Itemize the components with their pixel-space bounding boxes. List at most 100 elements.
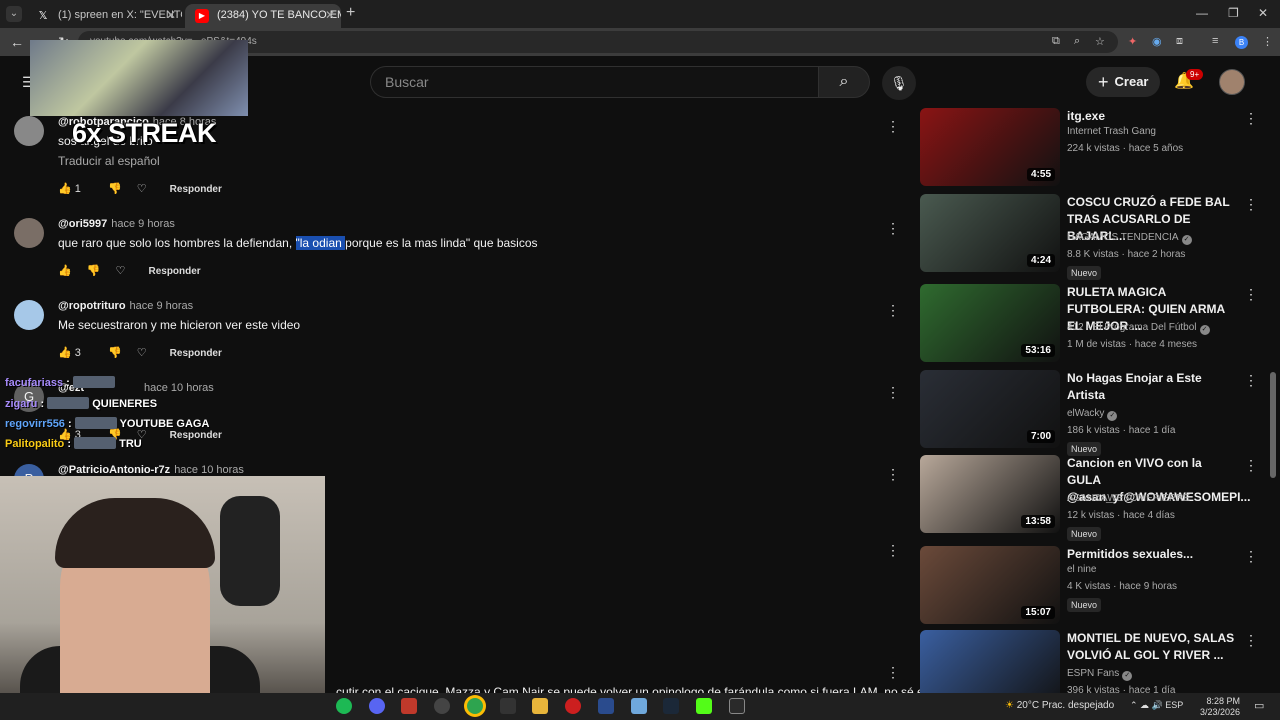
clock[interactable]: 8:28 PM 3/23/2026 (1200, 696, 1240, 718)
scrollbar[interactable] (1270, 372, 1276, 478)
restore-icon[interactable]: ❐ (1228, 6, 1239, 20)
reply-button[interactable]: Responder (170, 430, 222, 441)
zoom-icon[interactable]: ⌕ (1074, 35, 1080, 48)
channel-name[interactable]: ASAN&AWESOMEPIERRE (1067, 493, 1190, 504)
system-tray[interactable]: ⌃ ☁ 🔊 ESP (1130, 700, 1183, 711)
comment-avatar[interactable] (14, 300, 44, 330)
comment-menu-icon[interactable]: ⋮ (886, 302, 900, 319)
kick-icon[interactable] (696, 698, 712, 714)
video-menu-icon[interactable]: ⋮ (1244, 548, 1258, 565)
search-input[interactable]: Buscar (370, 66, 818, 98)
dislike-icon[interactable]: 👎 (87, 264, 101, 277)
heart-icon[interactable]: ♡ (137, 346, 147, 359)
like-icon[interactable]: 👍 3 (58, 346, 93, 359)
reply-button[interactable]: Responder (148, 266, 200, 277)
video-thumbnail[interactable]: 15:07 (920, 546, 1060, 624)
weather-widget[interactable]: ☀ 20°C Prac. despejado (1005, 700, 1114, 711)
dislike-icon[interactable]: 👎 (108, 182, 122, 195)
like-icon[interactable]: 👍 (58, 264, 72, 277)
voice-search-button[interactable]: 🎙 (882, 66, 916, 100)
video-menu-icon[interactable]: ⋮ (1244, 457, 1258, 474)
app-icon[interactable] (598, 698, 614, 714)
channel-name[interactable]: elWacky ✓ (1067, 408, 1118, 421)
video-thumbnail[interactable]: 7:00 (920, 370, 1060, 448)
comment-author[interactable]: @PatricioAntonio-r7z hace 10 horas (58, 464, 244, 476)
reply-button[interactable]: Responder (170, 348, 222, 359)
video-menu-icon[interactable]: ⋮ (1244, 196, 1258, 213)
notification-center-icon[interactable]: ▭ (1254, 699, 1264, 712)
close-tab-icon[interactable]: ✕ (325, 4, 335, 26)
related-video[interactable]: 15:07 Permitidos sexuales... el nine 4 K vi… (920, 546, 1260, 626)
video-menu-icon[interactable]: ⋮ (1244, 372, 1258, 389)
comment-avatar[interactable] (14, 116, 44, 146)
tab-x[interactable]: 𝕏 (1) spreen en X: "EVENTO MUN ✕ (26, 4, 182, 28)
extension-icon[interactable]: ✦ (1128, 35, 1137, 48)
video-menu-icon[interactable]: ⋮ (1244, 632, 1258, 649)
video-menu-icon[interactable]: ⋮ (1244, 110, 1258, 127)
tab-search-button[interactable]: ⌄ (6, 6, 22, 22)
dislike-icon[interactable]: 👎 (108, 346, 122, 359)
heart-icon[interactable]: ♡ (137, 182, 147, 195)
spotify-icon[interactable] (336, 698, 352, 714)
channel-name[interactable]: ESPN Fans ✓ (1067, 668, 1133, 681)
video-title[interactable]: itg.exe (1067, 108, 1237, 125)
video-thumbnail[interactable]: 53:16 (920, 284, 1060, 362)
new-tab-button[interactable]: + (346, 4, 355, 22)
comment-menu-icon[interactable]: ⋮ (886, 384, 900, 401)
search-button[interactable]: ⌕ (818, 66, 870, 98)
opera-icon[interactable] (565, 698, 581, 714)
app-icon[interactable] (401, 698, 417, 714)
bookmark-star-icon[interactable]: ☆ (1095, 35, 1105, 48)
related-video[interactable]: 13:58 Cancion en VIVO con la GULA @asan_y… (920, 455, 1260, 541)
close-window-icon[interactable]: ✕ (1258, 6, 1268, 20)
video-title[interactable]: No Hagas Enojar a Este Artista (1067, 370, 1237, 404)
epic-games-icon[interactable] (729, 698, 745, 714)
tab-youtube[interactable]: ▶ (2384) YO TE BANCO EMILIA - Y ✕ (185, 4, 341, 28)
related-video[interactable]: 53:16 RULETA MAGICA FUTBOLERA: QUIEN ARMA… (920, 284, 1260, 364)
avatar[interactable] (1219, 69, 1245, 95)
webcam-overlay (0, 476, 325, 720)
comment-menu-icon[interactable]: ⋮ (886, 466, 900, 483)
channel-name[interactable]: el nine (1067, 564, 1096, 575)
comment-menu-icon[interactable]: ⋮ (886, 118, 900, 135)
comment-menu-icon[interactable]: ⋮ (886, 542, 900, 559)
obs-icon[interactable] (434, 698, 450, 714)
heart-icon[interactable]: ♡ (116, 264, 126, 277)
folder-icon[interactable] (532, 698, 548, 714)
extensions-puzzle-icon[interactable]: ⧈ (1176, 35, 1183, 48)
close-tab-icon[interactable]: ✕ (166, 4, 176, 26)
video-title[interactable]: MONTIEL DE NUEVO, SALAS VOLVIÓ AL GOL Y … (1067, 630, 1237, 664)
related-video[interactable]: 4:55 itg.exe Internet Trash Gang 224 k vist… (920, 108, 1260, 188)
extension-icon[interactable]: ◉ (1152, 35, 1162, 48)
steam-icon[interactable] (663, 698, 679, 714)
translate-link[interactable]: Traducir al español (58, 154, 160, 168)
reply-button[interactable]: Responder (170, 184, 222, 195)
app-icon[interactable] (500, 698, 516, 714)
video-thumbnail[interactable]: 4:24 (920, 194, 1060, 272)
channel-name[interactable]: Internet Trash Gang (1067, 126, 1156, 137)
related-video[interactable]: 7:00 No Hagas Enojar a Este Artista elWack… (920, 370, 1260, 456)
discord-icon[interactable] (369, 698, 385, 714)
menu-dots-icon[interactable]: ⋮ (1262, 35, 1273, 48)
minimize-icon[interactable]: — (1196, 6, 1208, 20)
comment-menu-icon[interactable]: ⋮ (886, 664, 900, 681)
video-title[interactable]: Permitidos sexuales... (1067, 546, 1237, 563)
channel-name[interactable]: HAGAMOS TENDENCIA ✓ (1067, 232, 1192, 245)
app-icon[interactable] (631, 698, 647, 714)
comment-author[interactable]: @ropotrituro hace 9 horas (58, 300, 193, 312)
create-button[interactable]: + Crear (1086, 67, 1160, 97)
back-icon[interactable]: ← (10, 34, 24, 50)
comment-menu-icon[interactable]: ⋮ (886, 220, 900, 237)
reading-list-icon[interactable]: ≡ (1212, 35, 1218, 47)
comment-avatar[interactable] (14, 218, 44, 248)
comment-author[interactable]: @ori5997 hace 9 horas (58, 218, 175, 230)
like-icon[interactable]: 👍 1 (58, 182, 93, 195)
channel-name[interactable]: 412 - El Programa Del Fútbol ✓ (1067, 322, 1210, 335)
chrome-icon[interactable] (467, 698, 483, 714)
related-video[interactable]: 4:24 COSCU CRUZÓ a FEDE BAL TRAS ACUSARLO… (920, 194, 1260, 280)
video-menu-icon[interactable]: ⋮ (1244, 286, 1258, 303)
video-thumbnail[interactable]: 13:58 (920, 455, 1060, 533)
profile-icon[interactable]: B (1235, 36, 1248, 49)
install-icon[interactable]: ⧉ (1052, 35, 1060, 48)
video-thumbnail[interactable]: 4:55 (920, 108, 1060, 186)
